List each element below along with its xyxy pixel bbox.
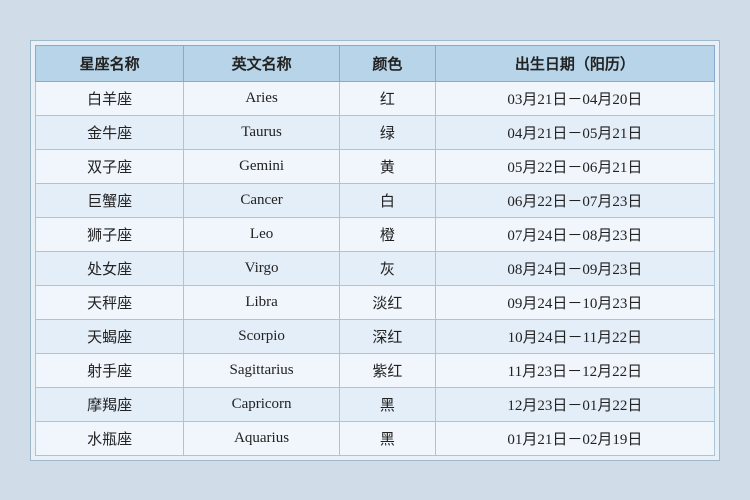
cell-10-3: 01月21日－02月19日	[435, 421, 714, 455]
zodiac-table: 星座名称 英文名称 颜色 出生日期（阳历） 白羊座Aries红03月21日－04…	[35, 45, 715, 456]
table-row: 摩羯座Capricorn黑12月23日－01月22日	[36, 387, 715, 421]
cell-7-0: 天蝎座	[36, 319, 184, 353]
cell-6-3: 09月24日－10月23日	[435, 285, 714, 319]
cell-9-2: 黑	[339, 387, 435, 421]
cell-1-0: 金牛座	[36, 115, 184, 149]
cell-5-2: 灰	[339, 251, 435, 285]
table-header-row: 星座名称 英文名称 颜色 出生日期（阳历）	[36, 45, 715, 81]
cell-9-1: Capricorn	[184, 387, 340, 421]
cell-3-1: Cancer	[184, 183, 340, 217]
cell-1-2: 绿	[339, 115, 435, 149]
cell-8-2: 紫红	[339, 353, 435, 387]
table-row: 水瓶座Aquarius黑01月21日－02月19日	[36, 421, 715, 455]
cell-3-0: 巨蟹座	[36, 183, 184, 217]
cell-5-3: 08月24日－09月23日	[435, 251, 714, 285]
cell-3-3: 06月22日－07月23日	[435, 183, 714, 217]
table-row: 射手座Sagittarius紫红11月23日－12月22日	[36, 353, 715, 387]
cell-4-0: 狮子座	[36, 217, 184, 251]
cell-4-2: 橙	[339, 217, 435, 251]
cell-9-0: 摩羯座	[36, 387, 184, 421]
table-row: 巨蟹座Cancer白06月22日－07月23日	[36, 183, 715, 217]
cell-5-0: 处女座	[36, 251, 184, 285]
cell-4-1: Leo	[184, 217, 340, 251]
cell-3-2: 白	[339, 183, 435, 217]
cell-5-1: Virgo	[184, 251, 340, 285]
cell-8-3: 11月23日－12月22日	[435, 353, 714, 387]
cell-2-0: 双子座	[36, 149, 184, 183]
cell-6-1: Libra	[184, 285, 340, 319]
cell-1-1: Taurus	[184, 115, 340, 149]
cell-1-3: 04月21日－05月21日	[435, 115, 714, 149]
table-row: 处女座Virgo灰08月24日－09月23日	[36, 251, 715, 285]
cell-7-1: Scorpio	[184, 319, 340, 353]
cell-2-3: 05月22日－06月21日	[435, 149, 714, 183]
cell-7-3: 10月24日－11月22日	[435, 319, 714, 353]
header-zh-name: 星座名称	[36, 45, 184, 81]
cell-8-1: Sagittarius	[184, 353, 340, 387]
cell-10-0: 水瓶座	[36, 421, 184, 455]
cell-2-1: Gemini	[184, 149, 340, 183]
table-row: 双子座Gemini黄05月22日－06月21日	[36, 149, 715, 183]
cell-8-0: 射手座	[36, 353, 184, 387]
cell-9-3: 12月23日－01月22日	[435, 387, 714, 421]
cell-0-2: 红	[339, 81, 435, 115]
cell-0-0: 白羊座	[36, 81, 184, 115]
zodiac-table-wrapper: 星座名称 英文名称 颜色 出生日期（阳历） 白羊座Aries红03月21日－04…	[30, 40, 720, 461]
table-row: 天秤座Libra淡红09月24日－10月23日	[36, 285, 715, 319]
cell-10-2: 黑	[339, 421, 435, 455]
header-en-name: 英文名称	[184, 45, 340, 81]
cell-0-3: 03月21日－04月20日	[435, 81, 714, 115]
cell-6-2: 淡红	[339, 285, 435, 319]
table-row: 狮子座Leo橙07月24日－08月23日	[36, 217, 715, 251]
cell-7-2: 深红	[339, 319, 435, 353]
table-row: 金牛座Taurus绿04月21日－05月21日	[36, 115, 715, 149]
cell-6-0: 天秤座	[36, 285, 184, 319]
cell-2-2: 黄	[339, 149, 435, 183]
table-row: 天蝎座Scorpio深红10月24日－11月22日	[36, 319, 715, 353]
header-dates: 出生日期（阳历）	[435, 45, 714, 81]
cell-0-1: Aries	[184, 81, 340, 115]
table-row: 白羊座Aries红03月21日－04月20日	[36, 81, 715, 115]
header-color: 颜色	[339, 45, 435, 81]
cell-4-3: 07月24日－08月23日	[435, 217, 714, 251]
cell-10-1: Aquarius	[184, 421, 340, 455]
